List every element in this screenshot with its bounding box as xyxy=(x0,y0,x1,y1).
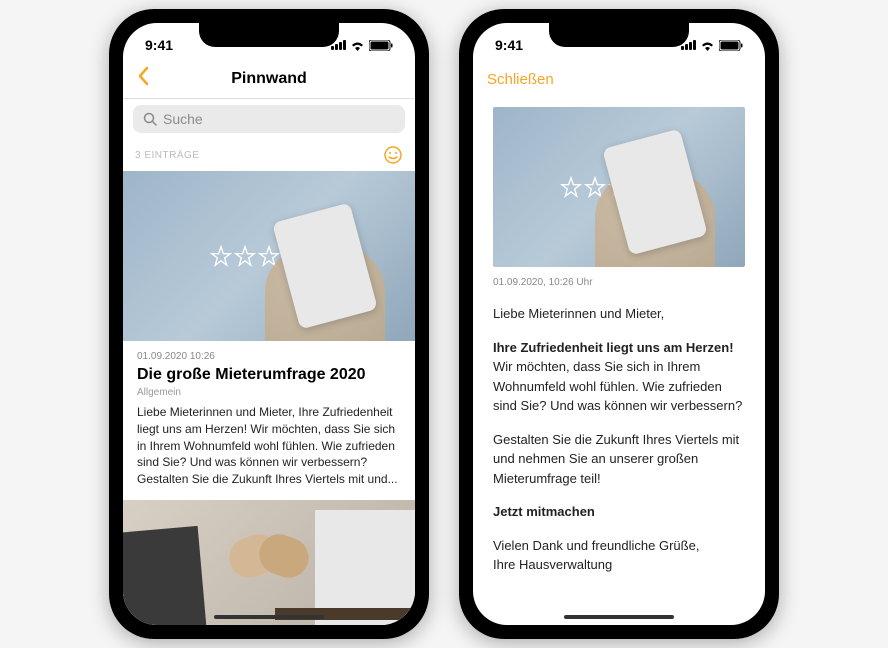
battery-icon xyxy=(369,40,393,51)
nav-bar: Pinnwand xyxy=(123,59,415,99)
chevron-left-icon xyxy=(137,66,149,86)
search-container: Suche xyxy=(123,99,415,139)
screen: 9:41 Pinnwand Suche 3 EINTRÄGE xyxy=(123,23,415,625)
battery-icon xyxy=(719,40,743,51)
search-icon xyxy=(143,112,157,126)
star-icon xyxy=(210,245,232,267)
card-category: Allgemein xyxy=(137,387,401,398)
entry-count: 3 EINTRÄGE xyxy=(135,150,199,161)
detail-date: 01.09.2020, 10:26 Uhr xyxy=(473,267,765,288)
card-date: 01.09.2020 10:26 xyxy=(137,351,401,362)
wifi-icon xyxy=(700,40,715,51)
card-image xyxy=(123,500,415,625)
detail-image xyxy=(493,107,745,267)
signal-icon xyxy=(681,40,696,50)
status-icons xyxy=(681,40,743,51)
detail-bold: Ihre Zufriedenheit liegt uns am Herzen! xyxy=(493,340,734,355)
home-indicator[interactable] xyxy=(564,615,674,619)
status-time: 9:41 xyxy=(495,37,523,53)
detail-cta[interactable]: Jetzt mitmachen xyxy=(493,502,745,522)
detail-greeting: Liebe Mieterinnen und Mieter, xyxy=(493,304,745,324)
star-icon xyxy=(560,176,582,198)
star-icon xyxy=(234,245,256,267)
detail-paragraph: Gestalten Sie die Zukunft Ihres Viertels… xyxy=(493,430,745,489)
card-text: Liebe Mieterinnen und Mieter, Ihre Zufri… xyxy=(137,404,401,488)
detail-signoff: Vielen Dank und freundliche Grüße, Ihre … xyxy=(493,536,745,575)
card-title: Die große Mieterumfrage 2020 xyxy=(137,366,401,384)
screen: 9:41 Schließen 01.09.2020, 10:26 Uhr Lie xyxy=(473,23,765,625)
status-time: 9:41 xyxy=(145,37,173,53)
feed[interactable]: 01.09.2020 10:26 Die große Mieterumfrage… xyxy=(123,171,415,625)
status-icons xyxy=(331,40,393,51)
count-row: 3 EINTRÄGE xyxy=(123,139,415,171)
status-bar: 9:41 xyxy=(123,23,415,59)
search-input[interactable]: Suche xyxy=(133,105,405,133)
phone-mockup-list: 9:41 Pinnwand Suche 3 EINTRÄGE xyxy=(109,9,429,639)
close-button[interactable]: Schließen xyxy=(487,71,554,88)
smiley-icon[interactable] xyxy=(383,145,403,165)
home-indicator[interactable] xyxy=(214,615,324,619)
feed-card[interactable]: 26.06.2020 11:25 xyxy=(123,500,415,625)
nav-title: Pinnwand xyxy=(137,70,401,88)
wifi-icon xyxy=(350,40,365,51)
detail-paragraph: Ihre Zufriedenheit liegt uns am Herzen! … xyxy=(493,338,745,416)
nav-bar: Schließen xyxy=(473,59,765,99)
phone-mockup-detail: 9:41 Schließen 01.09.2020, 10:26 Uhr Lie xyxy=(459,9,779,639)
signal-icon xyxy=(331,40,346,50)
search-placeholder: Suche xyxy=(163,111,203,127)
card-image xyxy=(123,171,415,341)
detail-text: Wir möchten, dass Sie sich in Ihrem Wohn… xyxy=(493,359,742,413)
detail-content: Liebe Mieterinnen und Mieter, Ihre Zufri… xyxy=(473,288,765,591)
card-body: 01.09.2020 10:26 Die große Mieterumfrage… xyxy=(123,341,415,500)
feed-card[interactable]: 01.09.2020 10:26 Die große Mieterumfrage… xyxy=(123,171,415,500)
status-bar: 9:41 xyxy=(473,23,765,59)
back-button[interactable] xyxy=(137,66,149,92)
